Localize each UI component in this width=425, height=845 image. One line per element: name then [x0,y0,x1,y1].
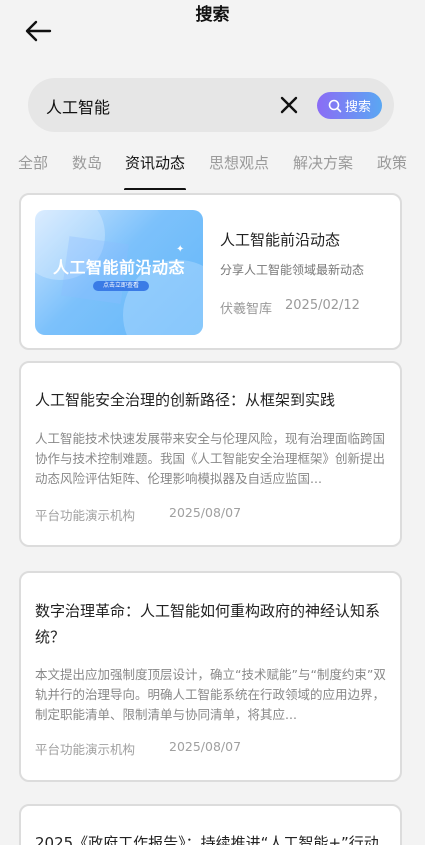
featured-date: 2025/02/12 [285,298,360,313]
search-button[interactable]: 搜索 [317,92,382,119]
featured-description: 分享人工智能领域最新动态 [220,263,365,277]
tab-shudao[interactable]: 数岛 [72,152,102,173]
article-summary: 人工智能技术快速发展带来安全与伦理风险，现有治理面临跨国协作与技术控制难题。我国… [35,431,386,486]
article-source: 平台功能演示机构 [35,508,136,523]
thumbnail-pill: 点击立即查看 [93,281,149,291]
search-button-label: 搜索 [344,100,371,115]
sparkle-icon: ✦ [176,244,185,255]
article-summary: 本文提出应加强制度顶层设计，确立“技术赋能”与“制度约束”双轨并行的治理导向。明… [35,667,386,722]
search-icon [328,99,342,112]
category-tabs: 全部 数岛 资讯动态 思想观点 解决方案 政策 [0,150,425,190]
featured-card[interactable]: 人工智能前沿动态 点击立即查看 ✦ 人工智能前沿动态 分享人工智能领域最新动态 … [19,193,402,350]
active-tab-indicator [124,188,186,190]
featured-source: 伏羲智库 [220,302,273,317]
featured-title: 人工智能前沿动态 [220,231,341,249]
article-date: 2025/08/07 [169,739,242,754]
search-input[interactable]: 人工智能 [46,94,110,118]
article-title: 数字治理革命：人工智能如何重构政府的神经认知系统？ [35,602,381,646]
tab-policy[interactable]: 政策 [377,152,407,173]
tab-solutions[interactable]: 解决方案 [293,152,353,173]
close-icon[interactable] [278,94,300,116]
article-title: 人工智能安全治理的创新路径：从框架到实践 [35,391,336,409]
article-date: 2025/08/07 [169,505,242,520]
featured-thumbnail: 人工智能前沿动态 点击立即查看 ✦ [35,210,203,335]
article-source: 平台功能演示机构 [35,742,136,757]
tab-all[interactable]: 全部 [18,152,48,173]
article-card[interactable]: 2025《政府工作报告》：持续推进“人工智能+”行动 [19,804,402,845]
thumbnail-title: 人工智能前沿动态 [52,258,185,277]
page-title: 搜索 [195,5,230,25]
header: 搜索 [0,0,425,60]
tab-opinions[interactable]: 思想观点 [209,152,269,173]
article-title: 2025《政府工作报告》：持续推进“人工智能+”行动 [35,834,379,845]
article-card[interactable]: 人工智能安全治理的创新路径：从框架到实践 人工智能技术快速发展带来安全与伦理风险… [19,361,402,547]
article-card[interactable]: 数字治理革命：人工智能如何重构政府的神经认知系统？ 本文提出应加强制度顶层设计，… [19,571,402,782]
search-bar: 人工智能 搜索 [28,78,394,132]
tab-news[interactable]: 资讯动态 [125,152,185,173]
